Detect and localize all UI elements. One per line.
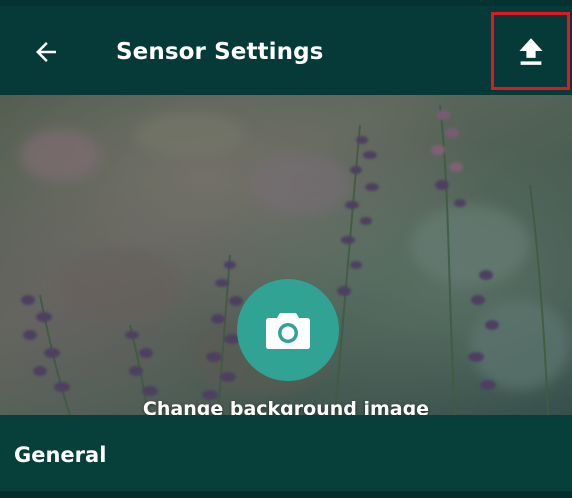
app-bar: Sensor Settings (0, 0, 572, 95)
page-title: Sensor Settings (116, 39, 324, 65)
change-background-button[interactable] (237, 279, 339, 381)
sensor-settings-screen: Sensor Settings Change background image … (0, 0, 572, 498)
background-image-area: Change background image (0, 95, 572, 415)
section-title: General (14, 443, 107, 467)
upload-button[interactable] (491, 12, 570, 90)
status-bar-strip (0, 0, 572, 6)
camera-icon (266, 313, 310, 349)
back-button[interactable] (20, 28, 72, 76)
change-background-label[interactable]: Change background image (0, 395, 572, 415)
section-divider (0, 491, 572, 498)
arrow-left-icon (36, 42, 56, 62)
upload-icon (518, 38, 543, 65)
section-header-general: General (0, 415, 572, 491)
